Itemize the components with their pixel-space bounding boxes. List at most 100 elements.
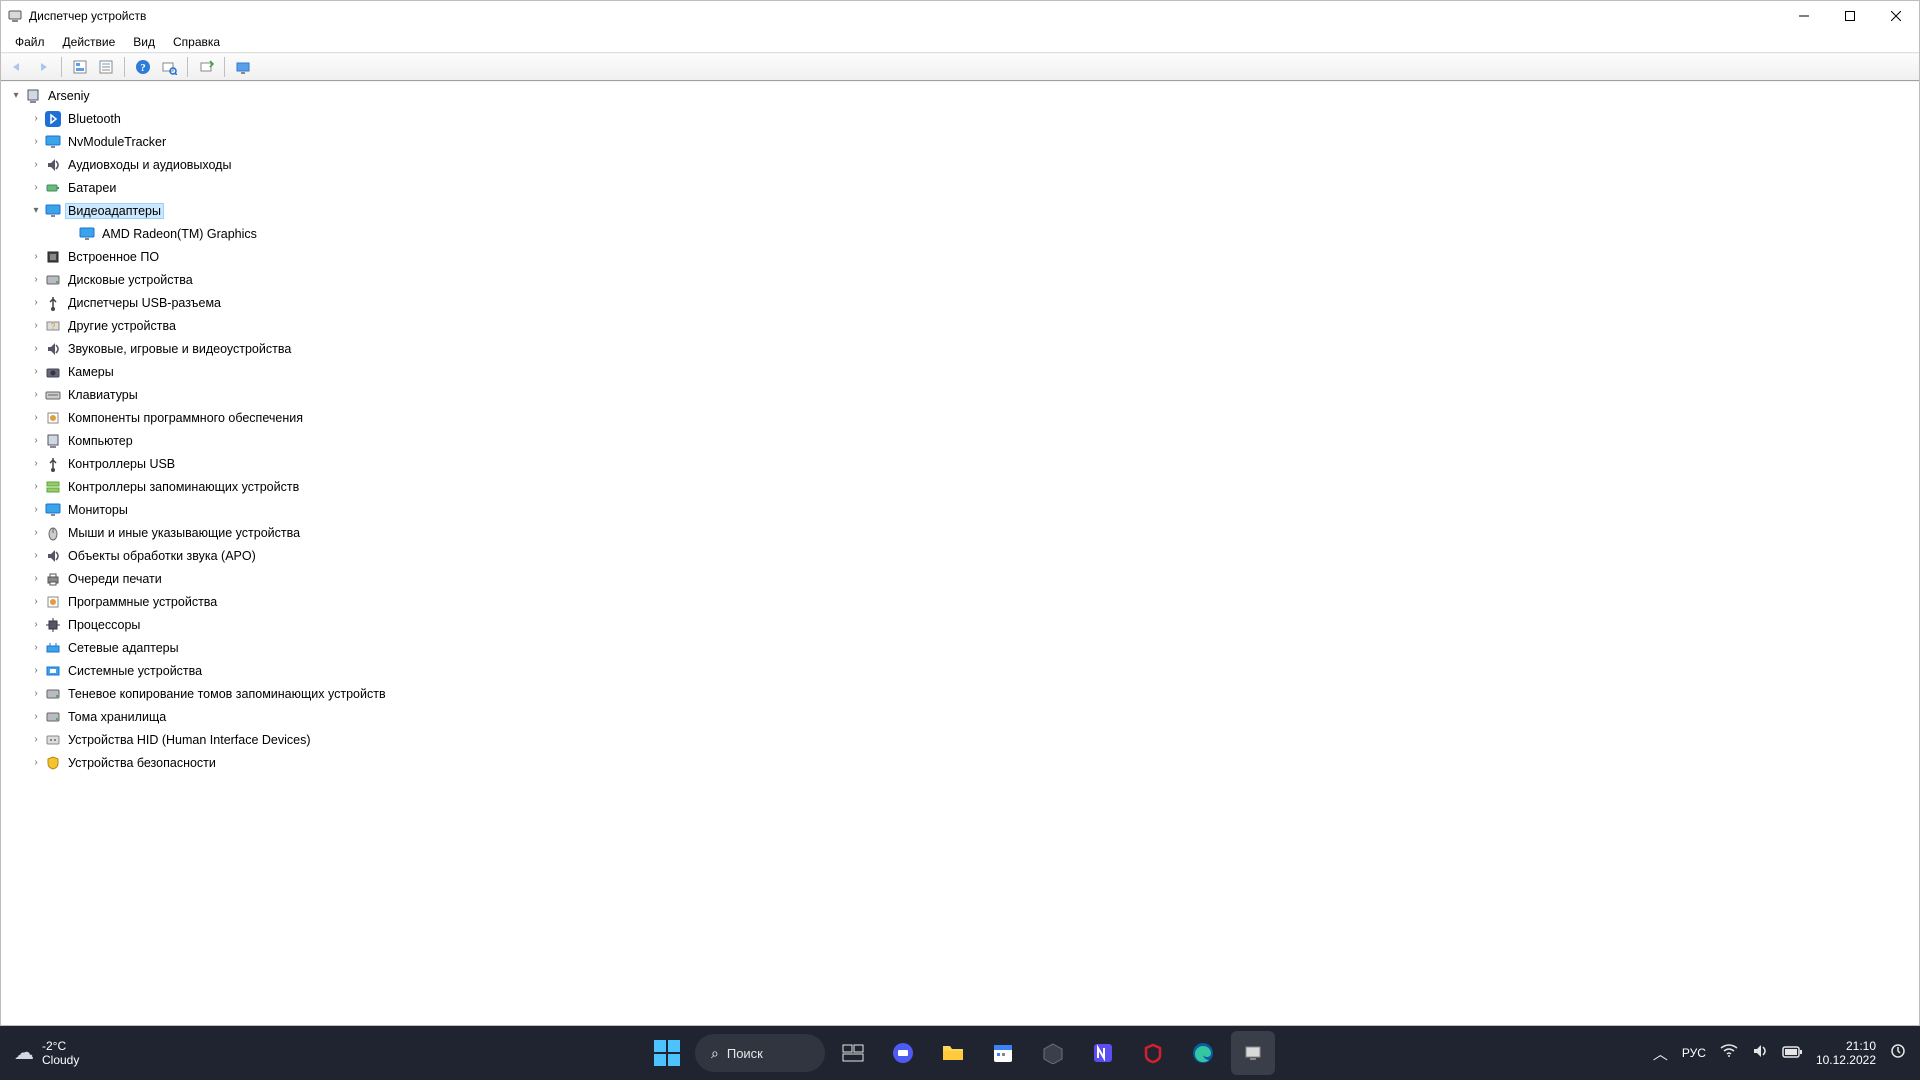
chevron-right-icon[interactable]: › <box>29 549 43 563</box>
chevron-right-icon[interactable]: › <box>29 733 43 747</box>
device-tree[interactable]: ▾Arseniy›Bluetooth›NvModuleTracker›Аудио… <box>1 81 1919 1025</box>
mcafee-button[interactable] <box>1131 1031 1175 1075</box>
category-node[interactable]: › Устройства HID (Human Interface Devices… <box>1 728 1919 751</box>
minimize-button[interactable] <box>1781 1 1827 31</box>
category-node[interactable]: ›NvModuleTracker <box>1 130 1919 153</box>
category-node[interactable]: ›Батареи <box>1 176 1919 199</box>
app-button-1[interactable] <box>1031 1031 1075 1075</box>
uninstall-device-button[interactable] <box>194 55 218 79</box>
category-node[interactable]: ›Bluetooth <box>1 107 1919 130</box>
chevron-right-icon[interactable]: › <box>29 411 43 425</box>
menu-view[interactable]: Вид <box>125 33 163 51</box>
chevron-right-icon[interactable]: › <box>29 480 43 494</box>
category-node[interactable]: ›Мыши и иные указывающие устройства <box>1 521 1919 544</box>
device-node[interactable]: AMD Radeon(TM) Graphics <box>1 222 1919 245</box>
chevron-right-icon[interactable]: › <box>29 296 43 310</box>
category-node[interactable]: ›Мониторы <box>1 498 1919 521</box>
category-node[interactable]: ›Теневое копирование томов запоминающих … <box>1 682 1919 705</box>
usb-icon <box>45 456 61 472</box>
category-node[interactable]: ›Компоненты программного обеспечения <box>1 406 1919 429</box>
chevron-right-icon[interactable]: › <box>29 756 43 770</box>
category-node[interactable]: ›Системные устройства <box>1 659 1919 682</box>
chevron-right-icon[interactable]: › <box>29 641 43 655</box>
menu-file[interactable]: Файл <box>7 33 53 51</box>
category-node[interactable]: ›?Другие устройства <box>1 314 1919 337</box>
chevron-right-icon[interactable]: › <box>29 434 43 448</box>
category-node[interactable]: ›Аудиовходы и аудиовыходы <box>1 153 1919 176</box>
close-button[interactable] <box>1873 1 1919 31</box>
category-node[interactable]: ›Диспетчеры USB-разъема <box>1 291 1919 314</box>
chevron-right-icon[interactable]: › <box>29 687 43 701</box>
help-button[interactable]: ? <box>131 55 155 79</box>
category-node[interactable]: ›Тома хранилища <box>1 705 1919 728</box>
category-node[interactable]: ›Компьютер <box>1 429 1919 452</box>
clock[interactable]: 21:10 10.12.2022 <box>1816 1039 1876 1067</box>
root-node[interactable]: ▾Arseniy <box>1 84 1919 107</box>
properties-button[interactable] <box>94 55 118 79</box>
category-node[interactable]: ›Устройства безопасности <box>1 751 1919 774</box>
chevron-right-icon[interactable]: › <box>29 457 43 471</box>
chevron-right-icon[interactable]: › <box>29 365 43 379</box>
chevron-down-icon[interactable]: ▾ <box>29 204 43 218</box>
search-box[interactable]: ⌕ Поиск <box>695 1034 825 1072</box>
chevron-right-icon[interactable]: › <box>29 158 43 172</box>
file-explorer-button[interactable] <box>931 1031 975 1075</box>
show-all-devices-button[interactable] <box>68 55 92 79</box>
chevron-right-icon[interactable]: › <box>29 135 43 149</box>
chevron-right-icon[interactable]: › <box>29 710 43 724</box>
category-node[interactable]: ›Программные устройства <box>1 590 1919 613</box>
category-label: Видеоадаптеры <box>65 203 164 219</box>
battery-icon[interactable] <box>1782 1045 1802 1062</box>
chevron-right-icon[interactable]: › <box>29 572 43 586</box>
chevron-right-icon[interactable]: › <box>29 618 43 632</box>
category-label: Устройства HID (Human Interface Devices) <box>65 732 314 748</box>
category-node[interactable]: ›Встроенное ПО <box>1 245 1919 268</box>
category-node[interactable]: › Камеры <box>1 360 1919 383</box>
chevron-right-icon[interactable]: › <box>29 664 43 678</box>
weather-widget[interactable]: ☁ -2°C Cloudy <box>0 1039 79 1067</box>
add-device-button[interactable] <box>231 55 255 79</box>
category-node[interactable]: ›Процессоры <box>1 613 1919 636</box>
chat-button[interactable] <box>881 1031 925 1075</box>
security-icon <box>45 755 61 771</box>
back-button[interactable] <box>5 55 29 79</box>
chevron-right-icon[interactable]: › <box>29 112 43 126</box>
app-button-2[interactable] <box>1081 1031 1125 1075</box>
category-node[interactable]: ›Клавиатуры <box>1 383 1919 406</box>
chevron-right-icon[interactable]: › <box>29 526 43 540</box>
chevron-right-icon[interactable]: › <box>29 595 43 609</box>
task-view-button[interactable] <box>831 1031 875 1075</box>
start-button[interactable] <box>645 1031 689 1075</box>
chevron-right-icon[interactable]: › <box>29 319 43 333</box>
chevron-right-icon[interactable]: › <box>29 342 43 356</box>
scan-hardware-button[interactable] <box>157 55 181 79</box>
category-node[interactable]: ›Контроллеры запоминающих устройств <box>1 475 1919 498</box>
category-node[interactable]: ▾ Видеоадаптеры <box>1 199 1919 222</box>
forward-button[interactable] <box>31 55 55 79</box>
maximize-button[interactable] <box>1827 1 1873 31</box>
category-node[interactable]: ›Контроллеры USB <box>1 452 1919 475</box>
chevron-right-icon[interactable]: › <box>29 388 43 402</box>
notifications-button[interactable] <box>1890 1043 1906 1063</box>
category-node[interactable]: ›Звуковые, игровые и видеоустройства <box>1 337 1919 360</box>
edge-button[interactable] <box>1181 1031 1225 1075</box>
device-manager-taskbar-button[interactable] <box>1231 1031 1275 1075</box>
tray-overflow-button[interactable]: ︿ <box>1653 1043 1668 1064</box>
input-language[interactable]: РУС <box>1682 1046 1706 1060</box>
menu-help[interactable]: Справка <box>165 33 228 51</box>
chevron-right-icon[interactable]: › <box>29 503 43 517</box>
chevron-down-icon[interactable]: ▾ <box>9 89 23 103</box>
category-node[interactable]: ›Сетевые адаптеры <box>1 636 1919 659</box>
category-node[interactable]: ›Объекты обработки звука (APO) <box>1 544 1919 567</box>
category-label: Камеры <box>65 364 117 380</box>
category-node[interactable]: ›Очереди печати <box>1 567 1919 590</box>
chevron-right-icon[interactable]: › <box>29 273 43 287</box>
category-node[interactable]: ›Дисковые устройства <box>1 268 1919 291</box>
wifi-icon[interactable] <box>1720 1044 1738 1062</box>
category-label: Другие устройства <box>65 318 179 334</box>
menu-action[interactable]: Действие <box>55 33 124 51</box>
chevron-right-icon[interactable]: › <box>29 250 43 264</box>
calendar-button[interactable] <box>981 1031 1025 1075</box>
volume-icon[interactable] <box>1752 1044 1768 1062</box>
chevron-right-icon[interactable]: › <box>29 181 43 195</box>
